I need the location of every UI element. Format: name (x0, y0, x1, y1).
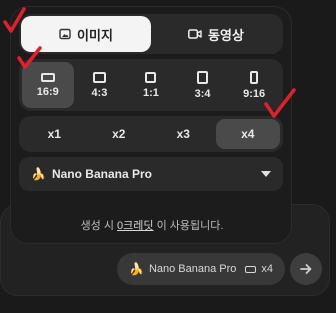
banana-icon: 🍌 (129, 262, 144, 276)
credit-note-suffix: 이 사용됩니다. (153, 220, 224, 232)
aspect-ratio-selector: 16:9 4:3 1:1 3:4 9:16 (19, 59, 283, 111)
image-icon (59, 28, 71, 40)
chevron-down-icon (261, 171, 271, 177)
ratio-option-3-4[interactable]: 3:4 (177, 62, 229, 108)
ratio-label: 16:9 (36, 85, 59, 98)
settings-summary-chip[interactable]: 🍌 Nano Banana Pro x4 (117, 253, 285, 285)
model-dropdown[interactable]: 🍌 Nano Banana Pro (19, 157, 283, 191)
credit-amount-link[interactable]: 0크레딧 (117, 220, 153, 232)
ratio-option-9-16[interactable]: 9:16 (228, 62, 280, 108)
credit-usage-note: 생성 시 0크레딧 이 사용됩니다. (11, 217, 293, 233)
send-button[interactable] (290, 253, 322, 285)
model-dropdown-label: Nano Banana Pro (51, 167, 152, 181)
media-type-tabs: 이미지 동영상 (19, 14, 283, 54)
count-option-x2[interactable]: x2 (87, 119, 152, 149)
tab-image-label: 이미지 (77, 27, 113, 43)
count-option-x3[interactable]: x3 (151, 119, 216, 149)
ratio-label: 1:1 (143, 86, 159, 99)
ratio-4-3-icon (92, 71, 106, 83)
ratio-option-1-1[interactable]: 1:1 (125, 62, 177, 108)
video-icon (188, 29, 202, 39)
ratio-16-9-icon (40, 72, 55, 82)
chip-model-label: Nano Banana Pro (148, 263, 237, 275)
arrow-right-icon (300, 264, 312, 274)
tab-video-label: 동영상 (208, 27, 244, 43)
banana-icon: 🍌 (31, 167, 46, 181)
ratio-label: 3:4 (194, 87, 211, 100)
ratio-1-1-icon (145, 71, 157, 83)
chip-count-label: x4 (261, 263, 274, 275)
credit-note-prefix: 생성 시 (80, 220, 118, 232)
count-option-x4[interactable]: x4 (215, 119, 280, 149)
ratio-16-9-icon (245, 265, 257, 273)
count-option-x1[interactable]: x1 (22, 119, 87, 149)
ratio-9-16-icon (250, 70, 259, 84)
image-count-selector: x1 x2 x3 x4 (19, 116, 283, 152)
ratio-label: 4:3 (91, 86, 108, 99)
tab-video[interactable]: 동영상 (151, 16, 281, 52)
ratio-option-4-3[interactable]: 4:3 (74, 62, 126, 108)
tab-image[interactable]: 이미지 (21, 16, 151, 52)
ratio-option-16-9[interactable]: 16:9 (22, 62, 74, 108)
ratio-label: 9:16 (243, 87, 266, 100)
ratio-3-4-icon (197, 70, 209, 84)
settings-panel: 이미지 동영상 16:9 4:3 1:1 3:4 9:16 x1 x2 x3 x… (10, 6, 292, 244)
